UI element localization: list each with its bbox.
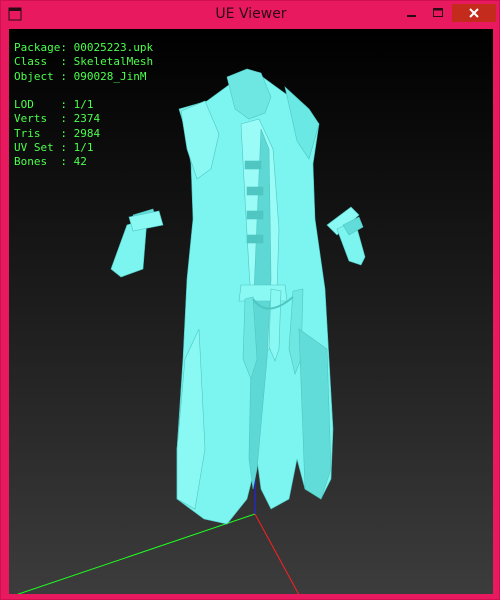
tris-label: Tris [14,126,41,140]
class-value: SkeletalMesh [73,55,154,69]
class-label: Class [14,55,48,69]
tris-value: 2984 [73,126,101,140]
bones-label: Bones [14,155,48,169]
uvset-label: UV Set [14,141,54,155]
object-label: Object [14,69,54,83]
object-value: 090028_JinM [73,69,147,83]
package-label: Package [14,41,61,54]
lod-value: 1/1 [73,98,94,112]
3d-viewport[interactable]: Package: 00025223.upk Class : SkeletalMe… [9,29,493,594]
axis-y-line [16,513,256,594]
minimize-button[interactable] [399,3,425,23]
maximize-icon [433,8,443,17]
lod-label: LOD [14,98,34,112]
title-bar[interactable]: UE Viewer [1,1,500,29]
close-button[interactable] [452,4,496,22]
verts-label: Verts [14,112,48,126]
app-window: UE Viewer Package: 00025223.upk Class: … [0,0,500,600]
package-value: 00025223.upk [73,41,154,54]
axis-x-line [254,513,300,594]
verts-value: 2374 [73,112,101,126]
close-icon [469,8,479,18]
minimize-icon [407,15,416,17]
uvset-value: 1/1 [73,141,94,155]
info-overlay: Package: 00025223.upk Class : SkeletalMe… [14,41,154,169]
bones-value: 42 [73,155,87,169]
maximize-button[interactable] [425,3,451,23]
